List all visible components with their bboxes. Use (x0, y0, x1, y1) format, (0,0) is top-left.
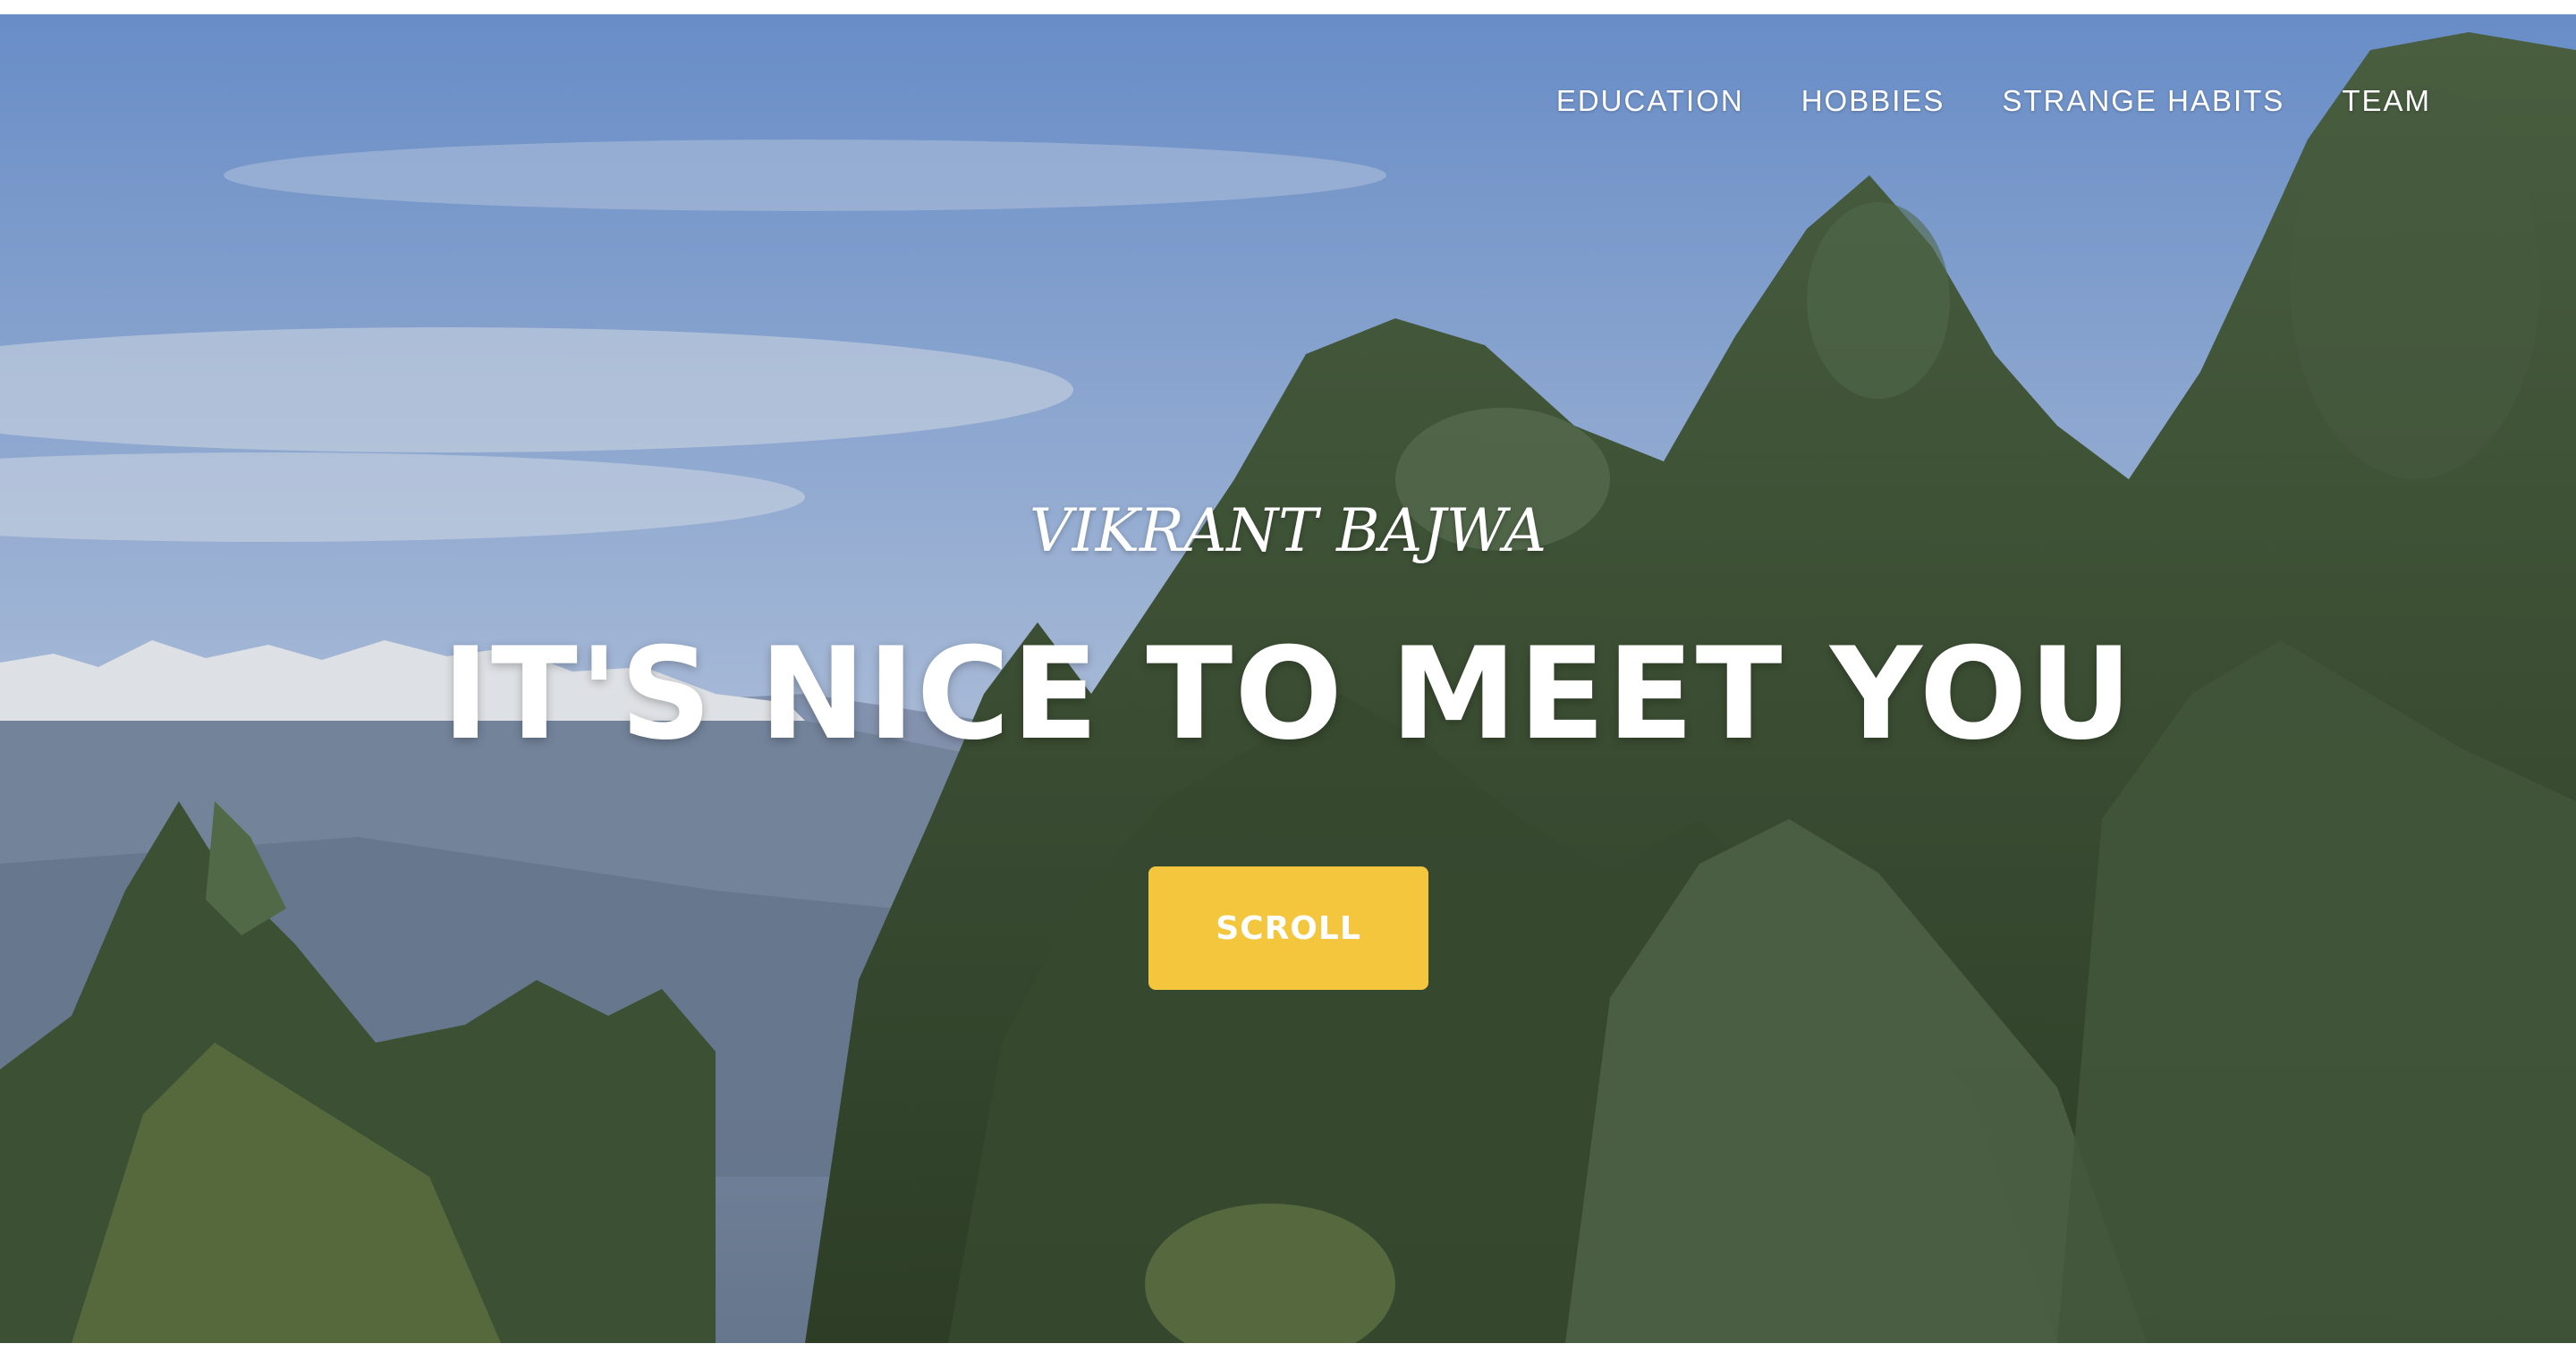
nav-link-strange-habits[interactable]: STRANGE HABITS (2002, 84, 2284, 118)
scroll-button[interactable]: SCROLL (1148, 866, 1428, 990)
nav-link-hobbies[interactable]: HOBBIES (1801, 84, 1945, 118)
nav-link-team[interactable]: TEAM (2342, 84, 2431, 118)
hero-heading: IT'S NICE TO MEET YOU (442, 621, 2134, 768)
main-navigation: EDUCATION HOBBIES STRANGE HABITS TEAM (1556, 84, 2431, 118)
hero-section: EDUCATION HOBBIES STRANGE HABITS TEAM VI… (0, 14, 2576, 1343)
page: EDUCATION HOBBIES STRANGE HABITS TEAM VI… (0, 0, 2576, 1352)
hero-subheading: VIKRANT BAJWA (1030, 496, 1546, 565)
nav-link-education[interactable]: EDUCATION (1556, 84, 1744, 118)
